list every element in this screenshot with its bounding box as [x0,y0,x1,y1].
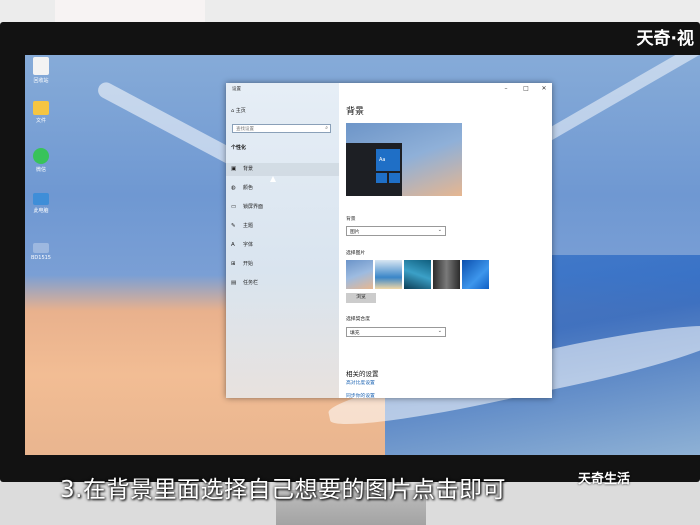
search-placeholder: 查找设置 [236,127,254,132]
picture-thumbnail[interactable] [433,260,460,289]
nav-item-colors[interactable]: ◍ 颜色 [226,182,339,195]
this-pc-icon[interactable]: 此电脑 [27,193,55,214]
chevron-down-icon: ⌄ [437,227,442,233]
nav-item-label: 锁屏界面 [243,204,264,210]
dropdown-value: 填充 [350,331,360,336]
taskbar-icon: ▤ [231,280,237,286]
nav-item-fonts[interactable]: A 字体 [226,239,339,252]
picture-thumbnail[interactable] [404,260,431,289]
desktop-icon-label: 此电脑 [33,208,49,214]
fit-dropdown[interactable]: 填充 ⌄ [346,327,446,337]
nav-item-label: 颜色 [243,185,254,191]
dropdown-value: 图片 [350,230,360,235]
palette-icon: ◍ [231,185,236,191]
lock-screen-icon: ▭ [231,204,237,210]
nav-home[interactable]: ⌂ 主页 [231,107,246,114]
nav-home-label: 主页 [235,108,246,114]
desktop-icon-label: 文件 [35,118,46,124]
monitor-icon [33,193,49,205]
image-icon: ▣ [231,166,237,172]
choose-picture-label: 选择图片 [346,251,366,256]
paper-edge [55,0,205,22]
image-file-icon [33,243,49,253]
wechat-glyph-icon [33,148,49,164]
chevron-down-icon: ⌄ [437,328,442,334]
font-icon: A [231,242,235,248]
desktop-icon-label: 微信 [35,167,46,173]
nav-item-taskbar[interactable]: ▤ 任务栏 [226,277,339,290]
sync-settings-link[interactable]: 同步你的设置 [346,392,375,398]
desktop-icon-label: 回收站 [33,78,49,84]
settings-content: 背景 Aa 背景 图片 ⌄ 选择图片 浏览 选择契合度 填充 ⌄ 相关的设置 高… [346,83,546,398]
wechat-icon[interactable]: 微信 [27,148,55,173]
nav-item-label: 主题 [243,223,254,229]
preview-tile [389,173,400,183]
desktop-icon-label: BD1515 [30,255,51,261]
nav-item-label: 开始 [243,261,254,267]
background-label: 背景 [346,217,356,222]
video-subtitle: 3.在背景里面选择自己想要的图片点击即可 [60,477,506,503]
start-icon: ⊞ [231,261,236,267]
recycle-bin-icon[interactable]: 回收站 [27,57,55,84]
search-icon: ⌕ [325,125,328,131]
brand-logo: 天奇生活 [578,472,631,487]
window-title: 设置 [232,87,241,92]
mouse-cursor [270,176,276,182]
nav-item-lock-screen[interactable]: ▭ 锁屏界面 [226,201,339,214]
nav-item-label: 字体 [243,242,254,248]
picture-thumbnail[interactable] [462,260,489,289]
related-settings-heading: 相关的设置 [346,370,379,378]
background-preview: Aa [346,123,462,196]
preview-sample-text: Aa [379,157,386,163]
browse-button[interactable]: 浏览 [346,293,376,303]
settings-nav-pane: ⌂ 主页 查找设置 ⌕ 个性化 ▣ 背景 ◍ 颜色 ▭ 锁屏界面 ✎ 主题 A … [226,83,339,398]
high-contrast-link[interactable]: 高对比度设置 [346,379,375,386]
settings-search-input[interactable]: 查找设置 ⌕ [232,124,331,133]
folder-icon[interactable]: 文件 [27,101,55,124]
nav-item-label: 背景 [243,166,254,172]
fit-label: 选择契合度 [346,317,370,322]
nav-item-themes[interactable]: ✎ 主题 [226,220,339,233]
home-icon: ⌂ [231,108,235,114]
preview-tile [376,173,387,183]
watermark: 天奇·视 [636,29,694,49]
nav-item-background[interactable]: ▣ 背景 [226,163,339,176]
picture-thumbnail[interactable] [375,260,402,289]
file-icon [33,57,49,75]
folder-glyph-icon [33,101,49,115]
page-title: 背景 [346,107,365,117]
background-dropdown[interactable]: 图片 ⌄ [346,226,446,236]
nav-section-title: 个性化 [231,145,247,151]
theme-icon: ✎ [231,223,236,229]
picture-thumbnail[interactable] [346,260,373,289]
nav-item-label: 任务栏 [243,280,259,286]
settings-window: ⌂ 主页 查找设置 ⌕ 个性化 ▣ 背景 ◍ 颜色 ▭ 锁屏界面 ✎ 主题 A … [226,83,552,398]
nav-item-start[interactable]: ⊞ 开始 [226,258,339,271]
screenshot-file-icon[interactable]: BD1515 [27,243,55,261]
wallpaper-cloud [535,55,700,147]
